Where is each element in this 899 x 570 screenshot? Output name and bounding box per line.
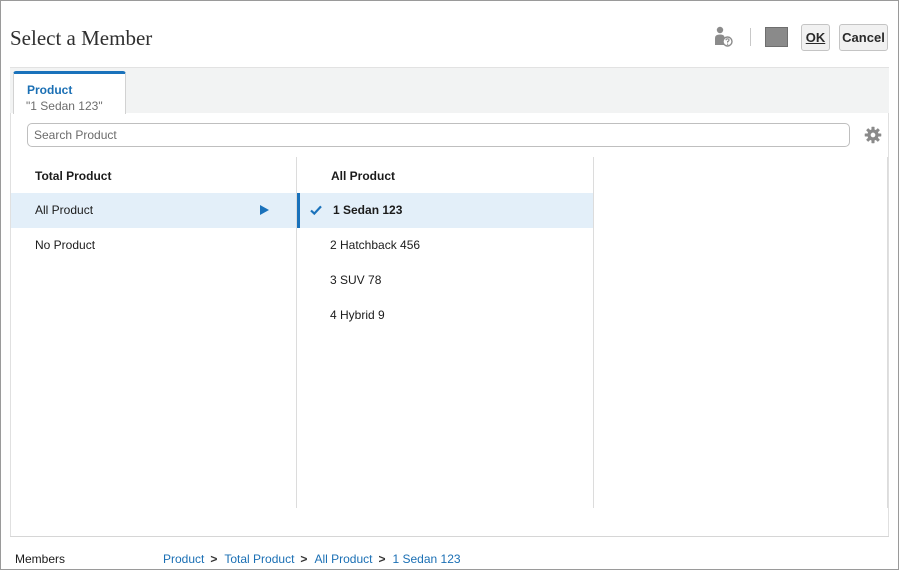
display-mode-icon[interactable] [765, 27, 788, 47]
list-item-label: 2 Hatchback 456 [330, 238, 421, 252]
breadcrumb-all-product[interactable]: All Product [314, 552, 372, 566]
list-item-2-hatchback-456[interactable]: 2 Hatchback 456 [297, 228, 593, 263]
column-header: Total Product [35, 169, 112, 183]
checkmark-icon [310, 205, 322, 216]
list-item-all-product[interactable]: All Product [11, 193, 296, 228]
ok-button[interactable]: OK [801, 24, 830, 51]
members-footer: Members Product > Total Product > All Produc… [10, 536, 889, 570]
list-item-label: All Product [35, 203, 94, 217]
gear-icon[interactable] [864, 126, 882, 144]
tab-product-value: "1 Sedan 123" [26, 99, 103, 113]
member-column-empty [594, 157, 888, 508]
list-item-1-sedan-123[interactable]: 1 Sedan 123 [297, 193, 593, 228]
breadcrumb-separator: > [300, 552, 308, 566]
list-item-label: 1 Sedan 123 [333, 203, 403, 217]
list-item-4-hybrid-9[interactable]: 4 Hybrid 9 [297, 298, 593, 333]
header-divider [750, 28, 751, 46]
breadcrumb-total-product[interactable]: Total Product [224, 552, 294, 566]
breadcrumb-separator: > [210, 552, 218, 566]
breadcrumb-1-sedan-123[interactable]: 1 Sedan 123 [392, 552, 460, 566]
cancel-button[interactable]: Cancel [839, 24, 888, 51]
list-item-label: No Product [35, 238, 96, 252]
tab-product-label: Product [27, 83, 73, 97]
member-info-icon[interactable] [713, 26, 733, 48]
dialog-header: Select a Member OK Cancel [1, 1, 898, 67]
members-label: Members [15, 552, 66, 566]
dialog-title: Select a Member [10, 26, 153, 50]
column-header: All Product [331, 169, 396, 183]
list-item-3-suv-78[interactable]: 3 SUV 78 [297, 263, 593, 298]
member-selector-panel: Total Product All Product No Product All… [10, 113, 889, 536]
breadcrumb-product[interactable]: Product [163, 552, 204, 566]
select-member-dialog: Select a Member OK Cancel Product "1 Sed… [0, 0, 899, 570]
member-column-all-product: All Product 1 Sedan 123 2 Hatchback 456 … [297, 157, 594, 508]
member-column-total-product: Total Product All Product No Product [11, 157, 297, 508]
tab-product[interactable]: Product "1 Sedan 123" [13, 71, 126, 114]
breadcrumb: Product > Total Product > All Product >1 Seda… [163, 552, 461, 566]
list-item-label: 4 Hybrid 9 [330, 308, 385, 322]
list-item-no-product[interactable]: No Product [11, 228, 296, 263]
breadcrumb-separator: > [378, 552, 386, 566]
dimension-tab-strip: Product "1 Sedan 123" [10, 67, 889, 114]
search-input[interactable] [27, 123, 850, 147]
list-item-label: 3 SUV 78 [330, 273, 382, 287]
expand-arrow-icon[interactable] [260, 205, 269, 215]
